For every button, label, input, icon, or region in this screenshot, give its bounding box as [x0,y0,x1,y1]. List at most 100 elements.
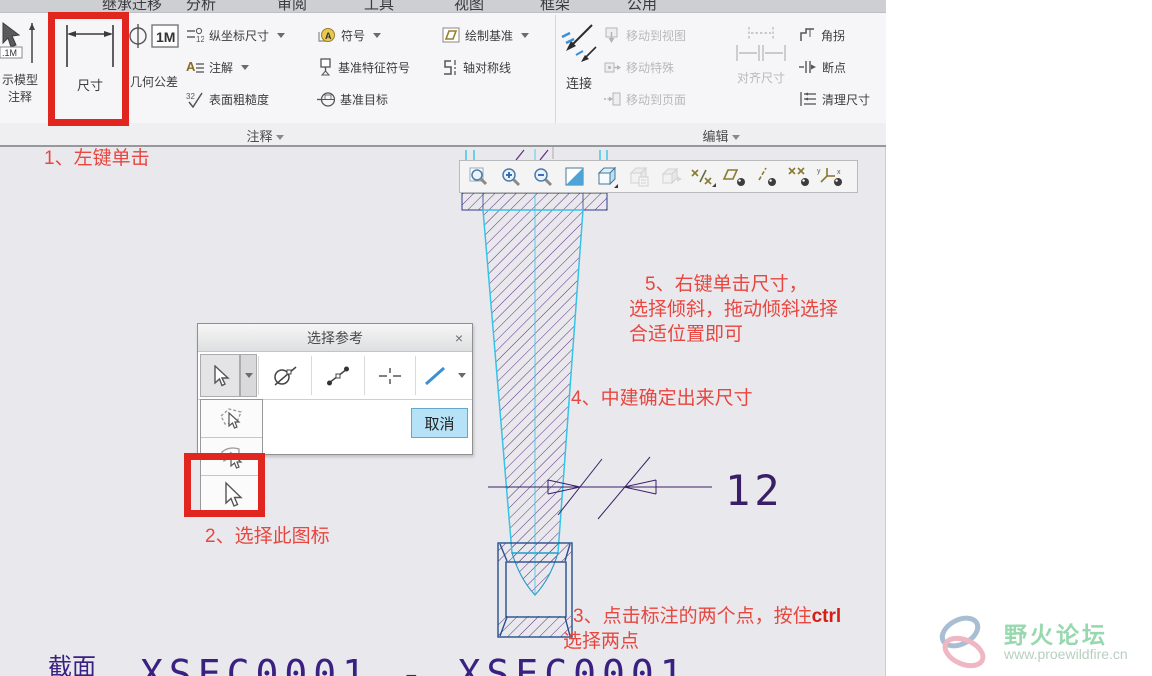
plane-display-icon[interactable] [721,163,749,190]
gtol-button[interactable]: 1M 几何公差 [124,21,184,90]
tab-framework[interactable]: 框架 [540,0,570,12]
select-arrow-button[interactable] [200,354,241,397]
menu-item-box-select[interactable] [201,400,262,438]
connect-label: 连接 [565,76,592,91]
tab-tools[interactable]: 工具 [364,0,394,12]
surface-finish-label: 表面粗糙度 [209,92,270,107]
align-dimensions-label: 对齐尺寸 [736,71,785,85]
move-to-page-icon [604,92,621,106]
csys-display-icon[interactable]: y x [817,163,845,190]
ordinate-dimension-button[interactable]: 12 纵坐标尺寸 [186,24,286,46]
highlight-dimension-button [48,12,129,126]
datum-target-button[interactable]: 基准目标 [317,88,388,110]
ribbon-tab-row: 继承迁移 分析 审阅 工具 视图 框架 公用 [0,0,886,13]
svg-text:x: x [837,169,841,176]
part-flange[interactable] [461,192,608,211]
select-intersection-button[interactable] [366,354,414,397]
tab-review[interactable]: 审阅 [277,0,307,12]
datum-target-icon [317,91,335,107]
draft-datum-icon [442,27,460,43]
move-to-view-label: 移动到视图 [626,28,687,43]
breakpoint-button[interactable]: 断点 [799,56,846,78]
move-to-page-label: 移动到页面 [626,92,687,107]
move-to-view-icon [605,27,618,43]
step4-annotation: 4、中建确定出来尺寸 [571,388,753,409]
loop-select-icon [274,365,297,386]
note-icon: A [186,59,204,74]
ribbon-group-strip: 注释 编辑 [0,123,886,147]
datum-display-icon[interactable] [689,163,717,190]
jog-icon [800,28,814,41]
datum-feature-symbol-icon [320,58,331,76]
show-model-annotations-label: 示模型 [1,73,38,87]
symbol-icon: A [318,27,335,42]
align-dimensions-button[interactable]: 对齐尺寸 [729,25,793,86]
select-chain-button[interactable] [313,354,363,397]
annotate-group-label[interactable]: 注释 [0,126,530,145]
cleanup-dimensions-icon [800,92,816,106]
svg-text:A: A [325,31,332,41]
dialog-title-bar[interactable]: 选择参考 × [198,324,472,352]
symbol-button[interactable]: A 符号 [317,24,382,46]
symbol-dropdown-caret[interactable] [373,32,382,38]
select-loop-button[interactable] [260,354,310,397]
ordinate-dropdown-caret[interactable] [277,32,286,38]
step2-annotation: 2、选择此图标 [205,526,330,547]
box-zoom-icon[interactable] [465,163,493,190]
repaint-icon[interactable] [561,163,589,190]
draft-datum-button[interactable]: 绘制基准 [442,24,530,46]
note-dropdown-caret[interactable] [241,64,250,70]
step3-annotation: 3、点击标注的两个点，按住ctrl 选择两点 [563,606,842,652]
surface-finish-button[interactable]: 32 表面粗糙度 [186,88,269,110]
edit-group-label[interactable]: 编辑 [556,126,886,145]
select-line-dropdown[interactable] [454,354,470,397]
connect-button[interactable]: 连接 [556,21,602,92]
tab-view[interactable]: 视图 [454,0,484,12]
jog-button[interactable]: 角拐 [799,24,845,46]
view-manager-icon[interactable] [625,163,653,190]
draft-datum-label: 绘制基准 [465,28,514,43]
surface-finish-icon: 32 [186,92,203,108]
drawing-view-icon[interactable] [657,163,685,190]
jog-label: 角拐 [821,28,846,43]
axis-symmetry-line-button[interactable]: 轴对称线 [442,56,511,78]
datum-feature-symbol-button[interactable]: 基准特征符号 [317,56,410,78]
saved-views-icon[interactable] [593,163,621,190]
arrow-cursor-icon [214,364,231,386]
cancel-button[interactable]: 取消 [411,408,468,438]
select-arrow-dropdown[interactable] [240,354,257,397]
dialog-title: 选择参考 [307,329,363,346]
axis-display-icon[interactable] [753,163,781,190]
zoom-in-icon[interactable] [497,163,525,190]
intersection-select-icon [378,367,401,384]
cleanup-dimensions-button[interactable]: 清理尺寸 [799,88,870,110]
datum-target-label: 基准目标 [340,92,389,107]
svg-text:.1M: .1M [2,48,17,58]
gtol-label: 几何公差 [129,75,178,89]
section-prefix: 截面 [48,654,96,676]
axis-symmetry-line-label: 轴对称线 [463,60,512,75]
note-button[interactable]: A 注解 [186,56,250,78]
move-to-page-button[interactable]: 移动到页面 [604,88,686,110]
draft-datum-dropdown-caret[interactable] [521,32,530,38]
zoom-out-icon[interactable] [529,163,557,190]
symbol-label: 符号 [341,28,366,43]
move-to-view-button[interactable]: 移动到视图 [604,24,686,46]
svg-text:12: 12 [196,35,204,43]
ordinate-dimension-label: 纵坐标尺寸 [209,28,270,43]
show-model-annotations-button[interactable]: .1M 示模型 注释 [0,21,46,105]
move-special-button[interactable]: 移动特殊 [604,56,674,78]
step5-annotation: 5、右键单击尺寸， 选择倾斜，拖动倾斜选择 合适位置即可 [629,274,839,345]
watermark-site-url: www.proewildfire.cn [1004,646,1128,662]
svg-text:32: 32 [186,92,195,101]
tab-common[interactable]: 公用 [627,0,657,12]
select-line-button[interactable] [417,354,454,397]
dialog-close-icon[interactable]: × [446,330,472,346]
dialog-toolbar [198,352,472,400]
highlight-arrow-menu-item [184,453,265,517]
point-display-icon[interactable] [785,163,813,190]
svg-text:1M: 1M [156,29,175,45]
tab-analysis[interactable]: 分析 [186,0,216,12]
show-model-annotations-icon: .1M [0,22,35,63]
dimension-value[interactable]: 12 [725,466,784,515]
